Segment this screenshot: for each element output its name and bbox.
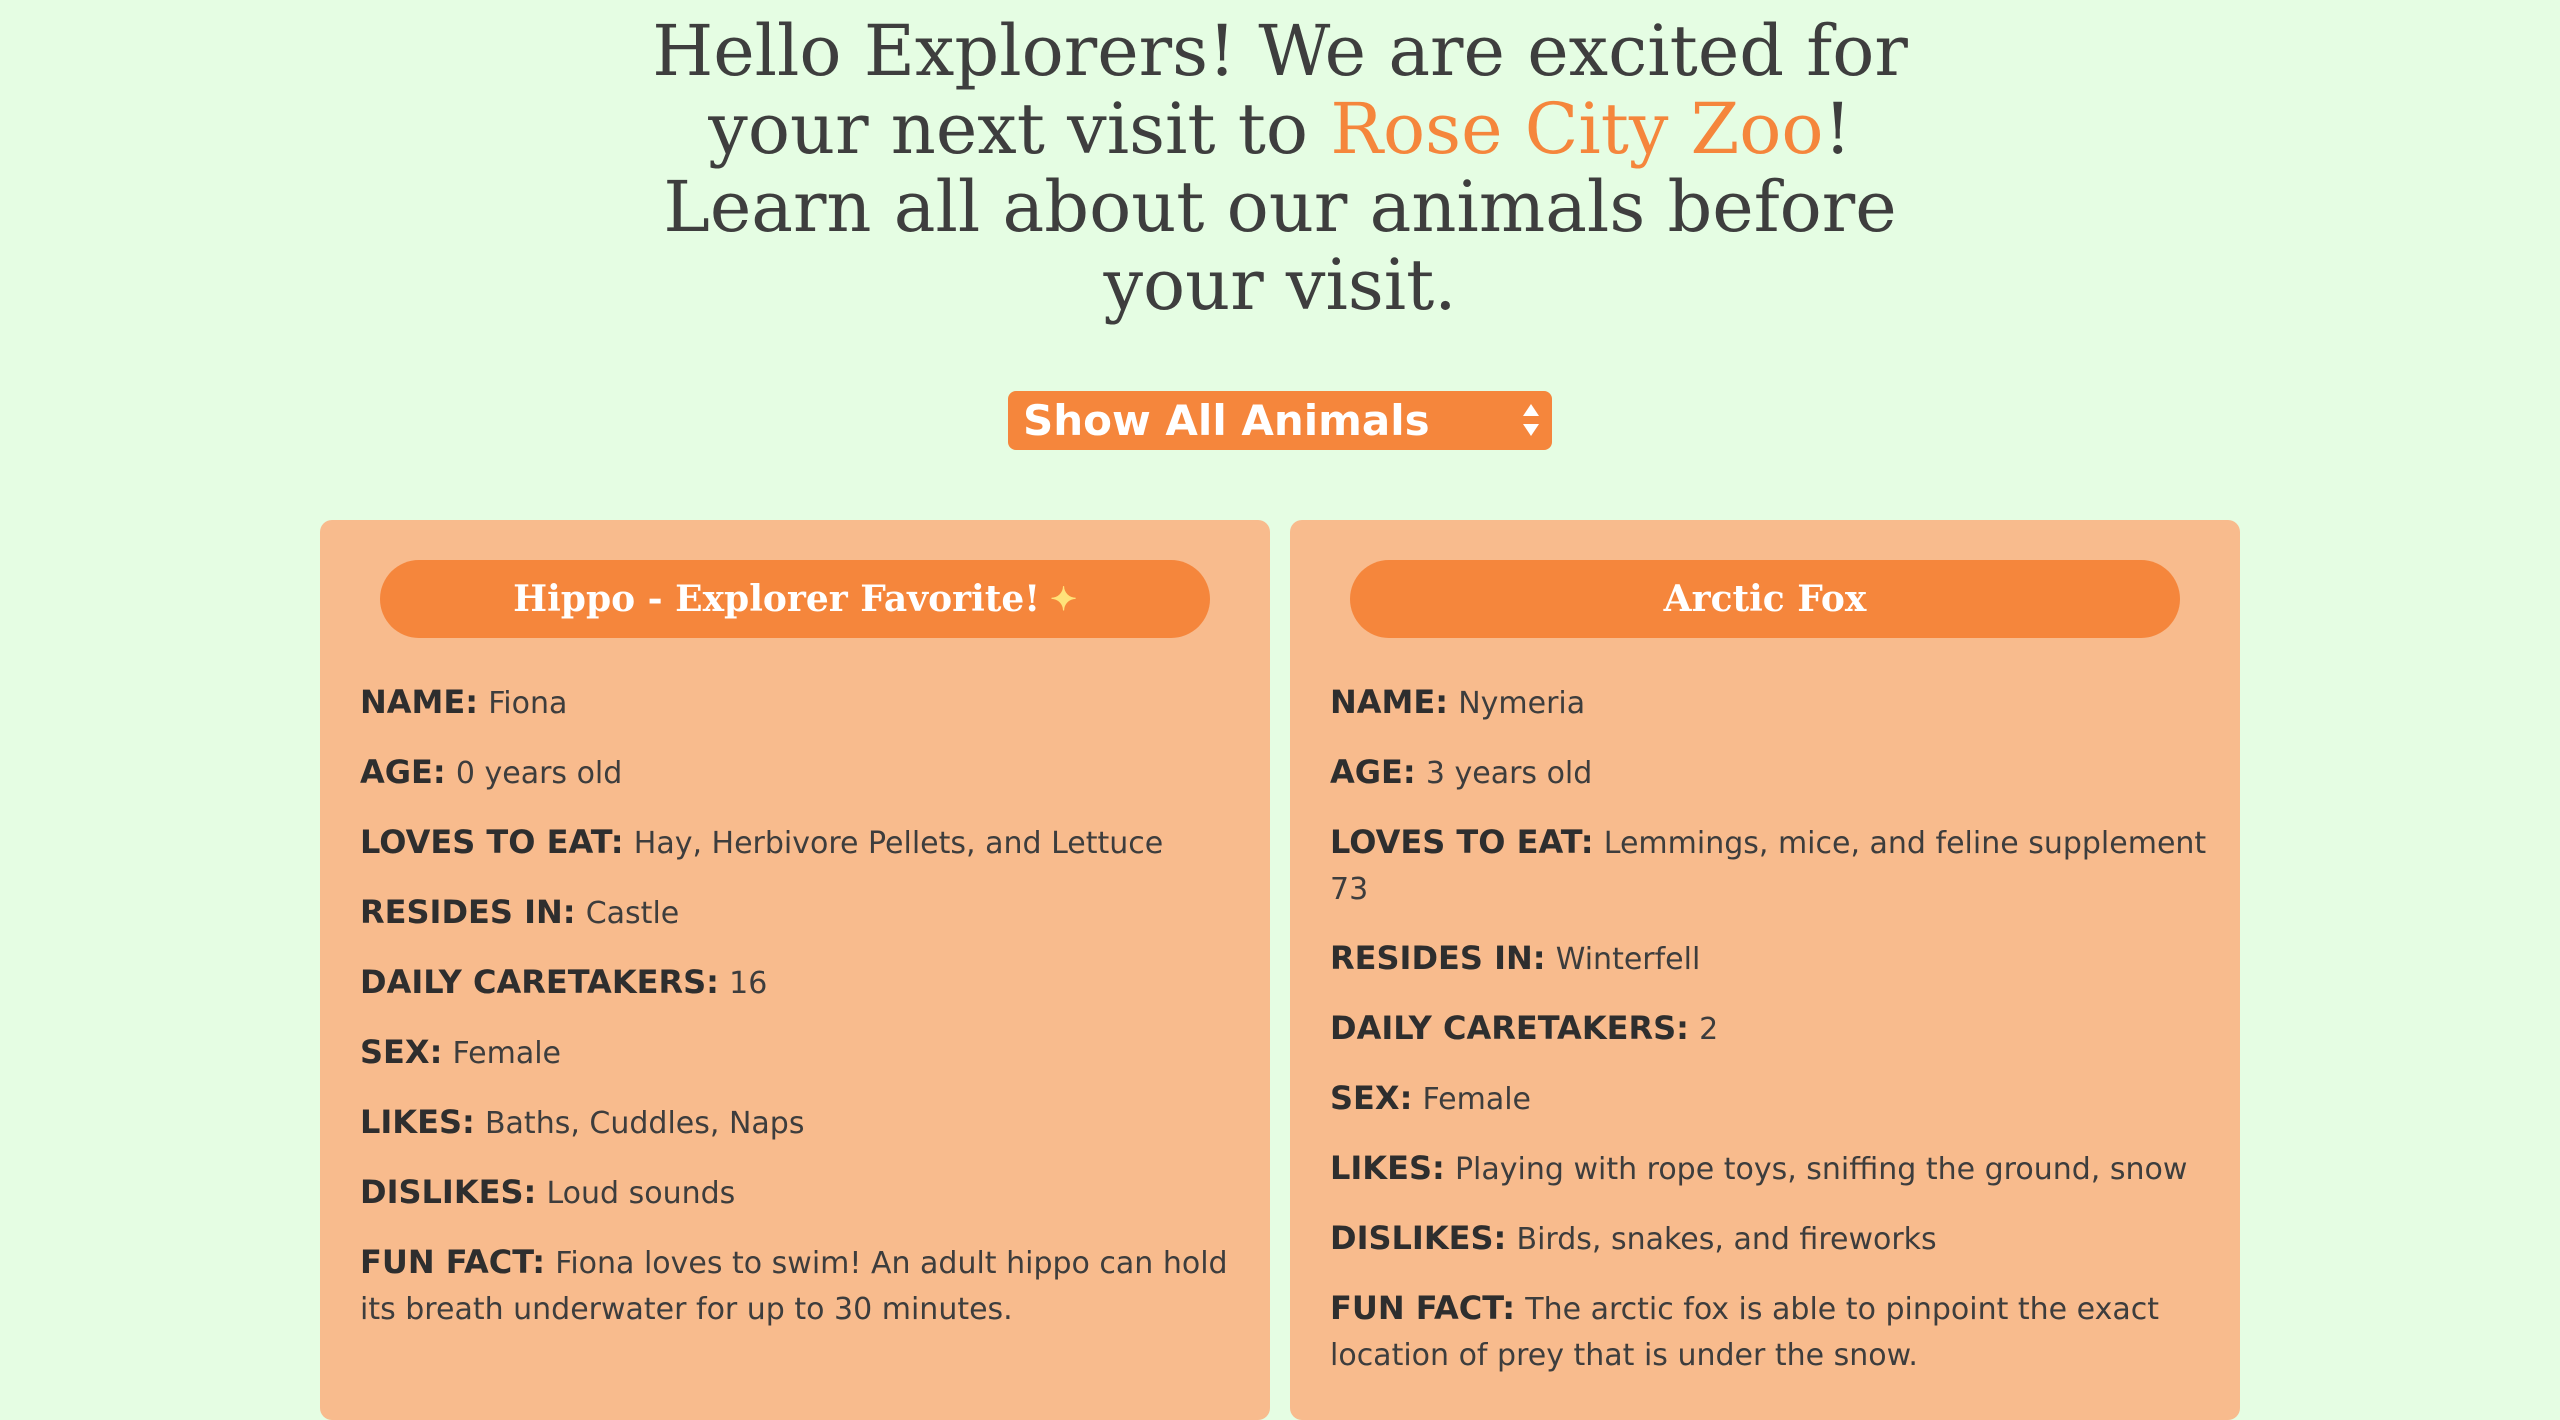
animal-filter-select[interactable]: Show All Animals (1008, 391, 1552, 450)
fact-value: 16 (729, 966, 768, 1001)
fact-label: SEX: (360, 1033, 443, 1071)
headline-line-1: Hello Explorers! We are excited for (652, 10, 1908, 92)
fact-fun-fact: FUN FACT: Fiona loves to swim! An adult … (360, 1240, 1240, 1332)
fact-value: 0 years old (455, 756, 623, 791)
animal-filter-selected-value: Show All Animals (1023, 396, 1430, 445)
fact-label: DISLIKES: (360, 1173, 537, 1211)
fact-name: NAME: Nymeria (1330, 680, 2210, 726)
zoo-name: Rose City Zoo (1330, 88, 1824, 170)
fact-age: AGE: 3 years old (1330, 750, 2210, 796)
fact-label: LOVES TO EAT: (1330, 823, 1594, 861)
animal-card-title-text: Arctic Fox (1663, 578, 1867, 620)
fact-value: Birds, snakes, and fireworks (1516, 1222, 1937, 1257)
animal-card-title[interactable]: Arctic Fox (1350, 560, 2180, 638)
headline-line-3: Learn all about our animals before (663, 166, 1897, 248)
fact-daily-caretakers: DAILY CARETAKERS: 16 (360, 960, 1240, 1006)
fact-daily-caretakers: DAILY CARETAKERS: 2 (1330, 1006, 2210, 1052)
fact-label: DAILY CARETAKERS: (360, 963, 719, 1001)
fact-fun-fact: FUN FACT: The arctic fox is able to pinp… (1330, 1286, 2210, 1378)
fact-resides-in: RESIDES IN: Castle (360, 890, 1240, 936)
fact-likes: LIKES: Playing with rope toys, sniffing … (1330, 1146, 2210, 1192)
fact-label: DAILY CARETAKERS: (1330, 1009, 1689, 1047)
fact-dislikes: DISLIKES: Birds, snakes, and fireworks (1330, 1216, 2210, 1262)
fact-label: LOVES TO EAT: (360, 823, 624, 861)
fact-label: LIKES: (1330, 1149, 1445, 1187)
fact-label: FUN FACT: (360, 1243, 546, 1281)
fact-loves-to-eat: LOVES TO EAT: Hay, Herbivore Pellets, an… (360, 820, 1240, 866)
fact-label: NAME: (1330, 683, 1449, 721)
animal-card-hippo: Hippo - Explorer Favorite! ✦ NAME: Fiona… (320, 520, 1270, 1420)
headline-line-2-start: your next visit to (708, 88, 1331, 170)
fact-label: RESIDES IN: (360, 893, 576, 931)
animal-card-arctic-fox: Arctic Fox NAME: Nymeria AGE: 3 years ol… (1290, 520, 2240, 1420)
animal-fact-list: NAME: Nymeria AGE: 3 years old LOVES TO … (1330, 680, 2210, 1402)
animal-card-title[interactable]: Hippo - Explorer Favorite! ✦ (380, 560, 1210, 638)
fact-loves-to-eat: LOVES TO EAT: Lemmings, mice, and feline… (1330, 820, 2210, 912)
fact-value: Female (1422, 1082, 1532, 1117)
fact-label: RESIDES IN: (1330, 939, 1546, 977)
fact-label: AGE: (360, 753, 446, 791)
fact-value: Hay, Herbivore Pellets, and Lettuce (633, 826, 1164, 861)
fact-value: 3 years old (1425, 756, 1593, 791)
fact-sex: SEX: Female (360, 1030, 1240, 1076)
fact-label: AGE: (1330, 753, 1416, 791)
fact-likes: LIKES: Baths, Cuddles, Naps (360, 1100, 1240, 1146)
fact-name: NAME: Fiona (360, 680, 1240, 726)
fact-value: Female (452, 1036, 562, 1071)
headline-line-4: your visit. (1103, 244, 1457, 326)
fact-resides-in: RESIDES IN: Winterfell (1330, 936, 2210, 982)
fact-value: Fiona (488, 686, 568, 721)
fact-value: Nymeria (1458, 686, 1586, 721)
animal-fact-list: NAME: Fiona AGE: 0 years old LOVES TO EA… (360, 680, 1240, 1356)
up-down-arrows-icon (1523, 404, 1539, 436)
fact-label: NAME: (360, 683, 479, 721)
fact-dislikes: DISLIKES: Loud sounds (360, 1170, 1240, 1216)
headline-line-2-end: ! (1823, 88, 1852, 170)
page-headline: Hello Explorers! We are excited for your… (0, 12, 2560, 324)
sparkle-star-icon: ✦ (1050, 580, 1077, 618)
fact-value: Playing with rope toys, sniffing the gro… (1454, 1152, 2188, 1187)
animal-card-title-text: Hippo - Explorer Favorite! (513, 578, 1041, 620)
fact-label: DISLIKES: (1330, 1219, 1507, 1257)
fact-sex: SEX: Female (1330, 1076, 2210, 1122)
fact-value: Castle (585, 896, 680, 931)
fact-value: 2 (1699, 1012, 1719, 1047)
fact-value: Winterfell (1555, 942, 1701, 977)
fact-value: Loud sounds (546, 1176, 736, 1211)
fact-value: Baths, Cuddles, Naps (484, 1106, 805, 1141)
fact-label: LIKES: (360, 1103, 475, 1141)
fact-label: SEX: (1330, 1079, 1413, 1117)
fact-age: AGE: 0 years old (360, 750, 1240, 796)
fact-label: FUN FACT: (1330, 1289, 1516, 1327)
